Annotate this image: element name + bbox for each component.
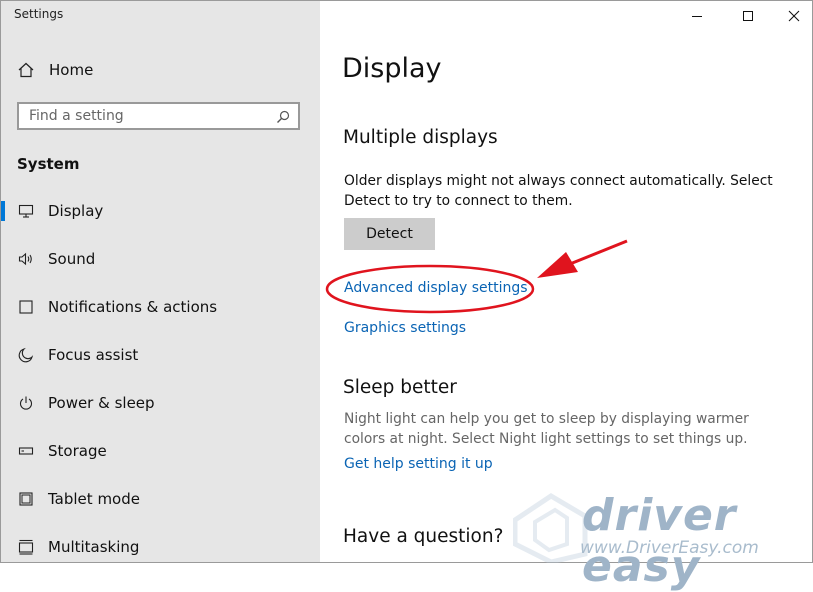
sidebar-item-label: Sound — [48, 250, 96, 268]
close-button[interactable] — [771, 1, 812, 31]
sleep-better-description: Night light can help you get to sleep by… — [344, 411, 749, 447]
sidebar-home[interactable]: Home — [17, 61, 93, 79]
minimize-button[interactable] — [674, 1, 720, 31]
close-icon — [788, 10, 800, 22]
page-title: Display — [342, 53, 442, 84]
sidebar-item-tablet-mode[interactable]: Tablet mode — [1, 479, 320, 519]
minimize-icon — [692, 16, 702, 17]
sleep-better-heading: Sleep better — [343, 377, 457, 398]
sidebar-item-sound[interactable]: Sound — [1, 239, 320, 279]
home-icon — [18, 62, 34, 78]
monitor-icon — [17, 202, 35, 220]
storage-icon — [17, 442, 35, 460]
sidebar: Settings Home System Display S — [1, 1, 320, 562]
have-a-question-heading: Have a question? — [343, 526, 504, 547]
sidebar-item-power-sleep[interactable]: Power & sleep — [1, 383, 320, 423]
sidebar-item-multitasking[interactable]: Multitasking — [1, 527, 320, 562]
sidebar-item-notifications[interactable]: Notifications & actions — [1, 287, 320, 327]
tablet-icon — [17, 490, 35, 508]
advanced-display-settings-link[interactable]: Advanced display settings — [344, 280, 528, 296]
sidebar-item-label: Power & sleep — [48, 394, 155, 412]
sidebar-item-label: Storage — [48, 442, 107, 460]
search-icon[interactable] — [276, 110, 290, 124]
sidebar-item-label: Notifications & actions — [48, 298, 218, 316]
app-title: Settings — [14, 7, 64, 21]
speaker-icon — [17, 250, 35, 268]
detect-button[interactable]: Detect — [344, 218, 435, 250]
sidebar-item-label: Tablet mode — [48, 490, 140, 508]
notification-icon — [17, 298, 35, 316]
settings-window: Settings Home System Display S — [0, 0, 813, 563]
sidebar-item-label: Focus assist — [48, 346, 139, 364]
power-icon — [17, 394, 35, 412]
get-help-link[interactable]: Get help setting it up — [344, 456, 493, 472]
main-content: Display Multiple displays Older displays… — [320, 1, 812, 562]
search-input[interactable] — [29, 107, 269, 125]
sidebar-item-label: Multitasking — [48, 538, 140, 556]
multiple-displays-description: Older displays might not always connect … — [344, 173, 773, 209]
watermark-url: www.DriverEasy.com — [580, 538, 759, 558]
moon-icon — [17, 346, 35, 364]
maximize-icon — [743, 11, 753, 21]
maximize-button[interactable] — [725, 1, 771, 31]
sidebar-item-display[interactable]: Display — [1, 191, 320, 231]
section-label-system: System — [17, 155, 80, 173]
sidebar-item-label: Display — [48, 202, 104, 220]
sidebar-item-storage[interactable]: Storage — [1, 431, 320, 471]
graphics-settings-link[interactable]: Graphics settings — [344, 320, 466, 336]
search-box[interactable] — [17, 102, 300, 130]
sidebar-item-focus-assist[interactable]: Focus assist — [1, 335, 320, 375]
home-label: Home — [49, 61, 94, 79]
multitasking-icon — [17, 538, 35, 556]
multiple-displays-heading: Multiple displays — [343, 127, 498, 148]
